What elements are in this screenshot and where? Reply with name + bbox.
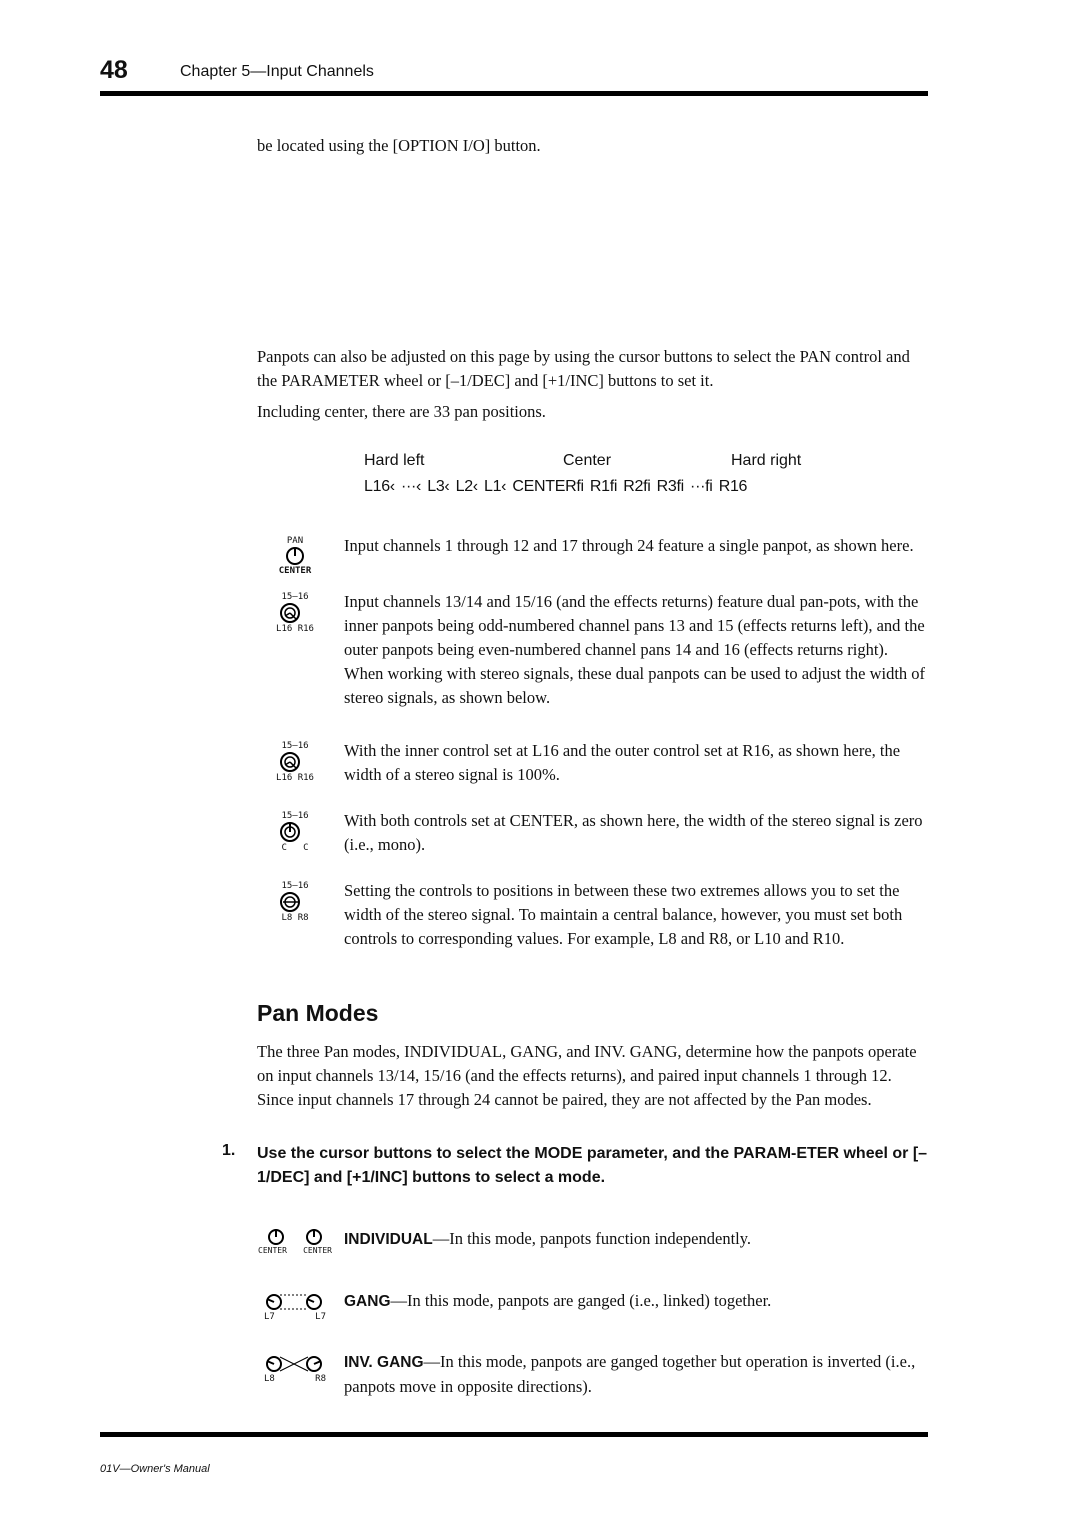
icon-top-label: 15–16: [281, 811, 309, 821]
icon-label-left: L7: [264, 1312, 275, 1322]
example-text: Setting the controls to positions in bet…: [344, 881, 903, 948]
mode-description: —In this mode, panpots are ganged (i.e.,…: [390, 1291, 772, 1310]
single-panpot-icon: PAN CENTER: [270, 536, 320, 576]
knob-graphic: [280, 603, 300, 623]
icon-label-left: L8: [264, 1374, 275, 1384]
mode-name: GANG: [344, 1293, 391, 1310]
gang-mode-icon: L7 L7: [262, 1290, 328, 1322]
icon-top-label: 15–16: [281, 881, 309, 891]
icon-top-label: PAN: [286, 536, 304, 546]
footer-rule: [100, 1432, 928, 1437]
icon-top-label: 15–16: [281, 741, 309, 751]
knob-graphic: [280, 822, 300, 842]
chapter-title: Chapter 5—Input Channels: [180, 63, 374, 80]
knob-graphic: [280, 752, 300, 772]
footer-manual-title: 01V—Owner's Manual: [100, 1463, 210, 1475]
section-intro: The three Pan modes, INDIVIDUAL, GANG, a…: [257, 1042, 917, 1109]
mode-item-inv-gang: INV. GANG—In this mode, panpots are gang…: [344, 1350, 927, 1399]
example-text: Input channels 13/14 and 15/16 (and the …: [344, 592, 926, 707]
icon-bottom-label: L16 R16: [276, 773, 314, 783]
page-number: 48: [100, 56, 128, 84]
icon-label-left: CENTER: [258, 1246, 287, 1255]
dual-panpot-icon: 15–16 L16 R16: [270, 592, 320, 634]
inv-gang-mode-icon: L8 R8: [262, 1352, 328, 1384]
knob-pair-graphic: [266, 1294, 322, 1310]
mode-description: —In this mode, panpots are ganged togeth…: [344, 1352, 916, 1396]
dual-panpot-mono-icon: 15–16 C C: [270, 811, 320, 853]
icon-label-right: CENTER: [303, 1246, 332, 1255]
knob-pair-graphic: [268, 1229, 322, 1245]
panpot-paragraph: Panpots can also be adjusted on this pag…: [257, 347, 910, 390]
icon-label-right: L7: [315, 1312, 326, 1322]
center-label: Center: [563, 452, 612, 469]
example-text: With the inner control set at L16 and th…: [344, 741, 901, 784]
intro-line: be located using the [OPTION I/O] button…: [257, 136, 541, 155]
icon-bottom-label: C C: [281, 843, 309, 853]
dual-panpot-full-width-icon: 15–16 L16 R16: [270, 741, 320, 783]
mode-item-individual: INDIVIDUAL—In this mode, panpots functio…: [344, 1227, 927, 1252]
step-instruction: Use the cursor buttons to select the MOD…: [257, 1145, 928, 1186]
dual-panpot-partial-width-icon: 15–16 L8 R8: [270, 881, 320, 923]
pan-position-sequence: L16‹ ···‹ L3‹ L2‹ L1‹ CENTERfi R1fi R2fi…: [364, 478, 748, 495]
hard-right-label: Hard right: [731, 452, 802, 469]
example-text: With both controls set at CENTER, as sho…: [344, 811, 923, 854]
individual-mode-icon: CENTER CENTER: [258, 1226, 332, 1256]
icon-top-label: 15–16: [281, 592, 309, 602]
hard-left-label: Hard left: [364, 452, 425, 469]
icon-bottom-label: L16 R16: [276, 624, 314, 634]
header-rule: [100, 91, 928, 96]
mode-name: INV. GANG: [344, 1354, 424, 1371]
icon-bottom-label: CENTER: [278, 566, 312, 576]
positions-paragraph: Including center, there are 33 pan posit…: [257, 402, 546, 421]
knob-graphic: [280, 892, 300, 912]
mode-item-gang: GANG—In this mode, panpots are ganged (i…: [344, 1289, 927, 1314]
knob-graphic: [286, 547, 304, 565]
icon-label-right: R8: [315, 1374, 326, 1384]
mode-description: —In this mode, panpots function independ…: [432, 1229, 752, 1248]
example-text: Input channels 1 through 12 and 17 throu…: [344, 536, 914, 555]
section-heading: Pan Modes: [257, 1000, 379, 1026]
mode-name: INDIVIDUAL: [344, 1231, 433, 1248]
knob-pair-graphic: [266, 1356, 322, 1372]
icon-bottom-label: L8 R8: [281, 913, 309, 923]
step-number: 1.: [222, 1142, 236, 1159]
